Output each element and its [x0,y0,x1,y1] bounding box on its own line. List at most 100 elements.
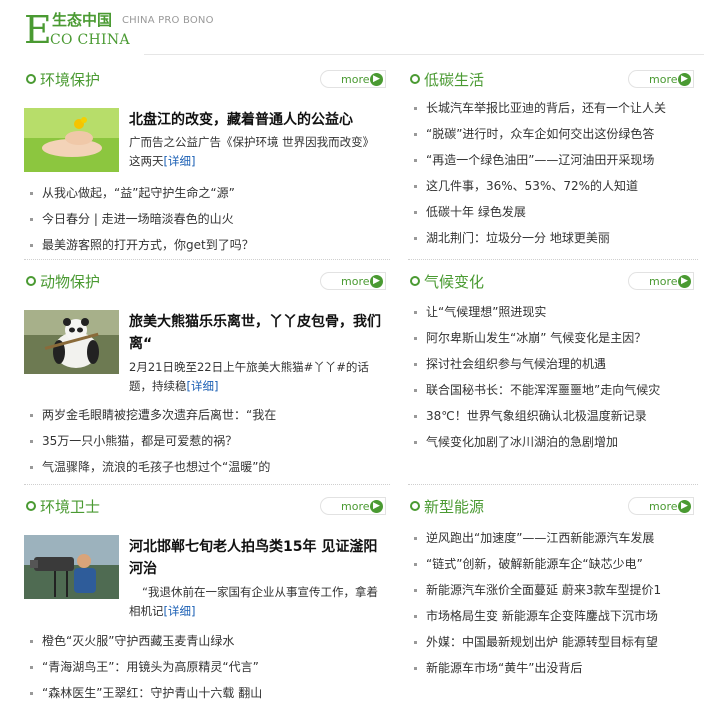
list-bullet [414,641,417,644]
section-header: 新型能源 more ▶ [408,493,698,521]
list-bullet [414,389,417,392]
more-label: more [341,73,370,86]
more-button[interactable]: more ▶ [628,272,694,290]
detail-link[interactable]: [详细] [164,604,196,618]
more-button[interactable]: more ▶ [320,272,386,290]
list-item[interactable]: 市场格局生变 新能源车企变阵鏖战下沉市场 [408,603,698,629]
list-item[interactable]: 这几件事，36%、53%、72%的人知道 [408,173,698,199]
more-label: more [649,73,678,86]
more-button[interactable]: more ▶ [628,497,694,515]
list-item[interactable]: 两岁金毛眼睛被挖遭多次遗弃后离世：“我在 [24,402,390,428]
featured-article: 北盘江的改变，藏着普通人的公益心 广而告之公益广告《保护环境 世界因我而改变》这… [24,108,390,178]
list-bullet [414,159,417,162]
section-title[interactable]: 环境保护 [40,69,100,90]
feature-title[interactable]: 北盘江的改变，藏着普通人的公益心 [129,109,384,131]
feature-summary: 2月21日晚至22日上午旅美大熊猫#丫丫#的话题，持续稳[详细] [129,358,384,396]
list-bullet [414,237,417,240]
list-item[interactable]: 35万一只小熊猫，都是可爱惹的祸？ [24,428,390,454]
more-label: more [649,275,678,288]
feature-title[interactable]: 旅美大熊猫乐乐离世，丫丫皮包骨，我们离“ [129,311,384,355]
list-item[interactable]: 新能源汽车涨价全面蔓延 蔚来3款车型提价1 [408,577,698,603]
arrow-right-icon: ▶ [370,73,383,86]
list-bullet [414,589,417,592]
list-bullet [414,415,417,418]
list-item[interactable]: 阿尔卑斯山发生“冰崩” 气候变化是主因？ [408,325,698,351]
list-item[interactable]: 38℃！世界气象组织确认北极温度新记录 [408,403,698,429]
list-item[interactable]: 湖北荆门：垃圾分一分 地球更美丽 [408,225,698,251]
section-title[interactable]: 新型能源 [424,496,484,517]
list-item[interactable]: 探讨社会组织参与气候治理的机遇 [408,351,698,377]
detail-link[interactable]: [详细] [187,379,219,393]
more-button[interactable]: more ▶ [320,70,386,88]
article-list: 让“气候理想”照进现实 阿尔卑斯山发生“冰崩” 气候变化是主因？ 探讨社会组织参… [408,299,698,455]
article-list: 从我心做起，“益”起守护生命之“源” 今日春分 | 走进一场暗淡春色的山火 最美… [24,180,390,258]
divider [24,259,390,260]
feature-summary: “我退休前在一家国有企业从事宣传工作，拿着相机记[详细] [129,583,384,621]
section-environment-guardians: 环境卫士 more ▶ 河北邯郸七旬老人拍鸟类15年 见证滏阳河治 “我退休前在… [24,493,390,706]
logo-subtitle-en: CHINA PRO BONO [122,15,214,26]
logo-letter[interactable]: E [24,10,52,50]
section-title[interactable]: 气候变化 [424,271,484,292]
list-bullet [414,363,417,366]
list-item[interactable]: “链式”创新，破解新能源车企“缺芯少电” [408,551,698,577]
feature-thumbnail[interactable] [24,535,119,599]
arrow-right-icon: ▶ [678,275,691,288]
list-item[interactable]: 橙色“灭火服”守护西藏玉麦青山绿水 [24,628,390,654]
list-item[interactable]: 逆风跑出“加速度”——江西新能源汽车发展 [408,525,698,551]
section-bullet-icon [410,501,420,511]
section-header: 动物保护 more ▶ [24,268,390,296]
section-header: 气候变化 more ▶ [408,268,698,296]
more-button[interactable]: more ▶ [628,70,694,88]
list-bullet [414,563,417,566]
section-bullet-icon [26,276,36,286]
list-item[interactable]: 新能源车市场“黄牛”出没背后 [408,655,698,681]
featured-article: 旅美大熊猫乐乐离世，丫丫皮包骨，我们离“ 2月21日晚至22日上午旅美大熊猫#丫… [24,310,390,400]
section-title[interactable]: 低碳生活 [424,69,484,90]
list-bullet [414,211,417,214]
detail-link[interactable]: [详细] [164,154,196,168]
list-item[interactable]: 从我心做起，“益”起守护生命之“源” [24,180,390,206]
section-environment-protection: 环境保护 more ▶ 北盘江的改变，藏着普通人的公益心 广而告之公益广告《保护… [24,66,390,258]
more-label: more [341,500,370,513]
list-item[interactable]: 外媒：中国最新规划出炉 能源转型目标有望 [408,629,698,655]
list-bullet [30,666,33,669]
arrow-right-icon: ▶ [678,73,691,86]
list-item[interactable]: 联合国秘书长：不能浑浑噩噩地”走向气候灾 [408,377,698,403]
logo-name-cn[interactable]: 生态中国 [52,10,112,30]
list-item[interactable]: “森林医生”王翠红：守护青山十六载 翻山 [24,680,390,706]
list-bullet [30,192,33,195]
divider [24,484,390,485]
list-bullet [414,185,417,188]
logo-name-en[interactable]: CO CHINA [50,32,130,48]
list-bullet [30,692,33,695]
divider [408,259,698,260]
list-item[interactable]: “再造一个绿色油田”——辽河油田开采现场 [408,147,698,173]
list-bullet [414,537,417,540]
list-item[interactable]: 低碳十年 绿色发展 [408,199,698,225]
list-bullet [414,133,417,136]
list-item[interactable]: 气温骤降，流浪的毛孩子也想过个“温暖”的 [24,454,390,480]
list-bullet [414,337,417,340]
feature-thumbnail[interactable] [24,310,119,374]
list-bullet [30,440,33,443]
list-item[interactable]: 长城汽车举报比亚迪的背后，还有一个让人关 [408,95,698,121]
list-bullet [414,441,417,444]
feature-summary-text: 2月21日晚至22日上午旅美大熊猫#丫丫#的话题，持续稳 [129,360,369,393]
list-bullet [414,107,417,110]
list-bullet [30,244,33,247]
arrow-right-icon: ▶ [370,500,383,513]
list-item[interactable]: 今日春分 | 走进一场暗淡春色的山火 [24,206,390,232]
section-title[interactable]: 环境卫士 [40,496,100,517]
site-header: E 生态中国 CHINA PRO BONO CO CHINA [24,8,704,58]
arrow-right-icon: ▶ [678,500,691,513]
list-item[interactable]: “脱碳”进行时，众车企如何交出这份绿色答 [408,121,698,147]
feature-thumbnail[interactable] [24,108,119,172]
feature-title[interactable]: 河北邯郸七旬老人拍鸟类15年 见证滏阳河治 [129,536,384,580]
list-bullet [30,640,33,643]
more-button[interactable]: more ▶ [320,497,386,515]
list-item[interactable]: 最美游客照的打开方式，你get到了吗？ [24,232,390,258]
list-item[interactable]: 让“气候理想”照进现实 [408,299,698,325]
section-title[interactable]: 动物保护 [40,271,100,292]
list-item[interactable]: “青海湖鸟王”：用镜头为高原精灵“代言” [24,654,390,680]
list-item[interactable]: 气候变化加剧了冰川湖泊的急剧增加 [408,429,698,455]
